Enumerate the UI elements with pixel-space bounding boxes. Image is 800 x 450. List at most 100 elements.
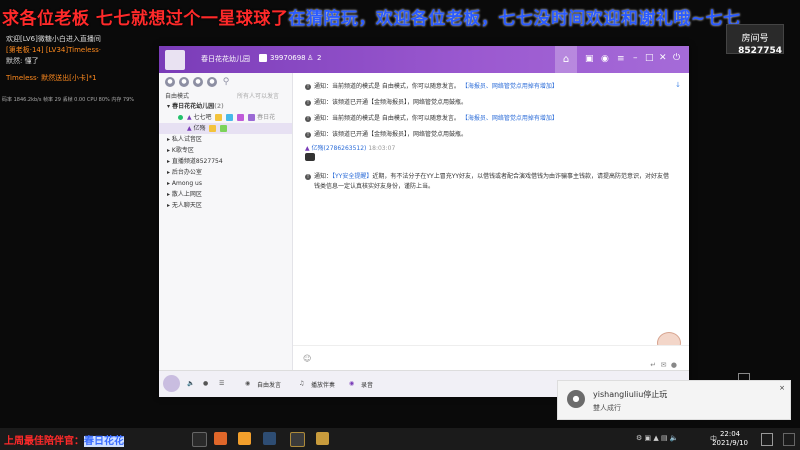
subchannel-item[interactable]: ▸ 后台办公室 [159,167,292,178]
tray-icons[interactable]: ⚙ ▣ ▲ ▤ 🔈 [636,434,679,442]
member-row[interactable]: ▲ 七七吧 春日花 [159,112,292,123]
yy-title-bar: 春日花花幼儿园 39970698 ♙ 2 ⌂ ▣ ◉ ≡ – □ ✕ ⏻ [159,46,689,73]
subchannel-label: K歌专区 [171,147,194,154]
location-icon[interactable]: ● [193,77,203,87]
app-icon[interactable] [214,432,227,445]
channel-id: 39970698 [270,54,306,62]
user-role-icon: ▲ [305,145,310,152]
mic-icon [178,115,183,120]
medal-badge-icon [237,114,245,121]
input-toolbar: ↵ ✉ ● [650,361,677,369]
taskbar: 上周最佳陪伴官：春日花花 ⚙ ▣ ▲ ▤ 🔈 中 22:04 2021/9/10 [0,428,800,450]
system-clock[interactable]: 22:04 2021/9/10 [712,430,748,448]
app-icon[interactable] [238,432,251,445]
toast-title: yishangliuliu停止玩 [593,390,668,399]
channel-panel: ● ● ● ● ⚲ 自由模式 所有人可以发言 ▾ 春日花花幼儿园(2) ▲ 七七… [159,73,293,370]
yy-window: 春日花花幼儿园 39970698 ♙ 2 ⌂ ▣ ◉ ≡ – □ ✕ ⏻ ● ●… [159,46,689,397]
subchannel-item[interactable]: ▸ 散人上网区 [159,189,292,200]
show-desktop-icon[interactable] [783,433,795,446]
stream-stats: 码率 1846.2kb/s 帧率 29 丢帧 0.00 CPU 80% 内存 7… [2,97,135,103]
message-input[interactable]: ☺ ↵ ✉ ● [293,345,689,371]
gift-icon[interactable]: ▣ [585,54,594,64]
send-icon[interactable]: ↵ [650,361,656,369]
app-icon[interactable] [316,432,329,445]
close-button[interactable]: ✕ [659,53,667,63]
maximize-button[interactable]: □ [645,53,654,63]
chat-icon[interactable]: ● [179,77,189,87]
chat-line: [第老板·14] [LV34]Timeless· [6,46,102,54]
diamond-badge-icon [220,125,228,132]
channel-avatar[interactable] [165,50,185,70]
list-icon[interactable]: ● [207,77,217,87]
toast-subtitle: 雙人成行 [593,404,621,412]
crown-badge-icon [248,114,256,121]
notification-icon[interactable] [761,433,773,446]
root-name: 春日花花幼儿园 [172,103,215,110]
equalizer-icon[interactable]: ☰ [219,380,224,387]
notice-message: ! 通知：该频道已开通【金频海报员】，网络管觉点用鼓瓶。 [305,131,468,138]
subchannel-label: 后台办公室 [171,169,202,176]
subchannel-item[interactable]: ▸ Among us [159,178,292,189]
marquee-blue: 春日花花 [84,436,124,447]
power-icon[interactable]: ⏻ [673,53,680,63]
mic-icon[interactable]: ● [203,380,208,387]
emoji-icon[interactable]: ☺ [303,354,311,363]
chat-line: 默然: 懂了 [6,57,39,65]
security-notice-line2: 钱类信息一定认真核实好友身份，谨防上当。 [314,183,435,190]
home-icon[interactable]: ⌂ [555,46,577,73]
security-notice: ! 通知：【YY安全提醒】近期，有不法分子在YY上冒充YY好友，以借钱或者配合演戏… [305,173,670,180]
record-button[interactable]: 录音 [361,380,373,389]
minimize-button[interactable]: – [633,53,638,63]
tree-root[interactable]: ▾ 春日花花幼儿园(2) [159,101,292,112]
steam-icon[interactable] [263,432,276,445]
speak-permission: 所有人可以发言 [237,93,280,100]
free-speech-button[interactable]: 自由发言 [257,380,281,389]
member-name: 亿殇 [193,125,206,132]
toast-close-button[interactable]: × [779,384,785,392]
live-chat-overlay: 欢迎[LV6]微糖小白进入直播间 [第老板·14] [LV34]Timeless… [0,34,150,84]
channel-name[interactable]: 春日花花幼儿园 [201,54,250,64]
clock-date: 2021/9/10 [712,439,748,447]
menu-icon[interactable]: ≡ [617,54,625,64]
info-icon: ! [305,173,311,180]
notice-message: ! 通知：该频道已开通【金频海报员】，网络管觉点用鼓瓶。 [305,99,468,106]
banner-red-text: 求各位老板 七七就想过个一星球球了 [2,9,289,29]
subchannel-item[interactable]: ▸ 无人聊天区 [159,200,292,211]
subchannel-item[interactable]: ▸ 私人试音区 [159,134,292,145]
clock-time: 22:04 [719,430,741,438]
speaker-icon[interactable]: 🔈 [187,380,194,387]
channel-tree: ▾ 春日花花幼儿园(2) ▲ 七七吧 春日花 ▲ 亿殇 ▸ 私人试音区 ▸ K歌… [159,101,292,211]
search-icon[interactable]: ⚲ [221,77,231,87]
sender-name[interactable]: 亿殇(2786263512) [312,145,367,152]
vip-badge-icon [209,125,217,132]
level-badge-icon [226,114,234,121]
user-list-icon[interactable]: ● [165,77,175,87]
sticker-image [305,153,315,161]
member-row[interactable]: ▲ 亿殇 [159,123,292,134]
game-icon[interactable]: ◉ [601,54,609,64]
scroll-down-icon[interactable]: ↓ [675,81,681,89]
notice-message: ! 通知：当前频道的模式是 自由模式，你可以随意发言。 【海报员、网络管觉点用掉有… [305,115,558,122]
user-avatar[interactable] [163,375,180,392]
chat-line: 欢迎[LV6]微糖小白进入直播间 [6,35,101,43]
play-music-button[interactable]: 播放伴奏 [311,380,335,389]
subchannel-item[interactable]: ▸ 直播频道8527754 [159,156,292,167]
chat-bubble-icon[interactable]: ✉ [661,361,667,369]
stream-banner: 求各位老板 七七就想过个一星球球了在猜陪玩，欢迎各位老板，七七没时间欢迎和谢礼哦… [0,0,800,34]
subchannel-label: 散人上网区 [171,191,202,198]
subchannel-item[interactable]: ▸ K歌专区 [159,145,292,156]
chat-line: Timeless· 默然送出[小卡]*1 [6,74,97,82]
member-role-icon: ▲ [187,125,192,132]
mode-selector[interactable]: 自由模式 [165,91,189,100]
subchannel-label: 私人试音区 [171,136,202,143]
app-icon[interactable] [192,432,207,447]
mic-small-icon[interactable]: ● [671,361,677,369]
message-time: 18:03:07 [368,145,396,152]
member-tag: 春日花 [257,114,276,121]
app-icon[interactable] [290,432,305,447]
notification-toast[interactable]: ● yishangliuliu停止玩 雙人成行 × [557,380,791,420]
game-controller-icon: ● [567,390,585,408]
online-count: 2 [317,54,322,62]
music-icon: ♫ [299,380,305,387]
vip-badge-icon [215,114,223,121]
